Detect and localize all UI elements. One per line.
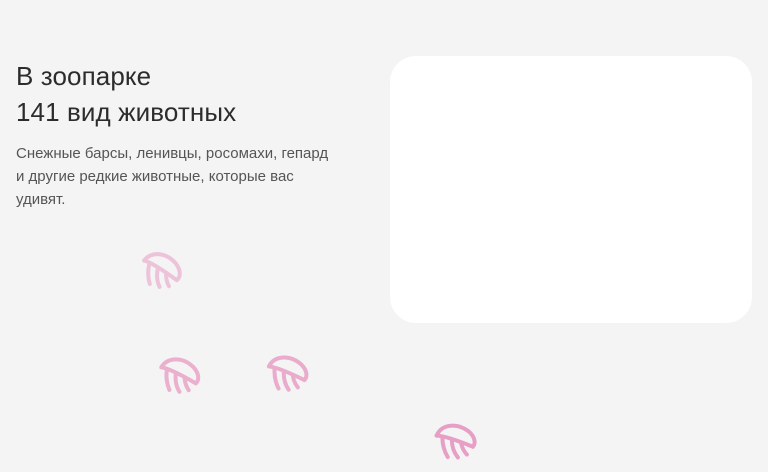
paw-print-icon <box>128 238 191 299</box>
hero-title: В зоопарке 141 вид животных <box>16 58 346 130</box>
paw-print-icon <box>425 413 482 467</box>
page: В зоопарке 141 вид животных Снежные барс… <box>0 0 768 460</box>
hero-title-line-1: В зоопарке <box>16 61 152 91</box>
paw-print-icon <box>148 345 209 404</box>
hero-description: Снежные барсы, ленивцы, росомахи, гепард… <box>16 145 329 208</box>
image-card <box>390 56 752 323</box>
paw-print-icon <box>256 344 315 401</box>
hero-text-block: В зоопарке 141 вид животных Снежные барс… <box>16 58 346 211</box>
hero-title-line-2: 141 вид животных <box>16 97 237 127</box>
